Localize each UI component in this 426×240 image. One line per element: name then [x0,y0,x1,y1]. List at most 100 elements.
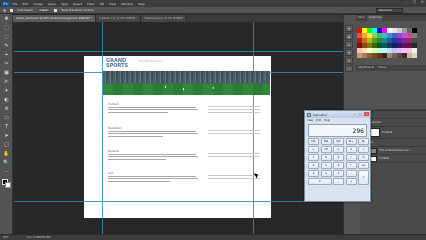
history-icon[interactable]: ⟲ [345,25,353,32]
key-1[interactable]: 1 [308,170,319,177]
menu-help[interactable]: Help [135,2,147,6]
clone-stamp-tool-icon[interactable]: ✦ [2,87,11,95]
tab-adjustments[interactable]: Adjustments [356,65,376,71]
properties-icon[interactable]: ▤ [345,33,353,40]
type-tool-icon[interactable]: T [2,123,11,131]
key-9[interactable]: 9 [333,154,344,161]
calculator-window[interactable]: Calculator – □ ✕ View Edit Help 296 MC M… [304,110,371,202]
hand-tool-icon[interactable]: ✋ [2,150,11,158]
key-percent[interactable]: % [358,154,369,161]
key-4[interactable]: 4 [308,162,319,169]
menu-view[interactable]: View [106,2,118,6]
guide-vertical[interactable] [102,22,103,234]
text-line [108,135,163,137]
menu-help[interactable]: Help [324,118,330,123]
color-swatch[interactable] [412,53,417,58]
menu-layer[interactable]: Layer [45,2,58,6]
workspace-dropdown[interactable]: Essentials [376,8,403,13]
key-c[interactable]: C [333,146,344,153]
close-icon[interactable]: ✕ [364,112,369,116]
key-divide[interactable]: / [345,154,357,161]
site-tagline: The ultimate Sports [139,60,163,63]
key-mc[interactable]: MC [308,138,319,145]
quick-select-tool-icon[interactable]: ✎ [2,42,11,50]
maximize-icon[interactable]: □ [358,112,363,116]
show-transform-checkbox[interactable] [54,8,58,12]
shape-tool-icon[interactable]: ▢ [2,141,11,149]
history-brush-tool-icon[interactable]: ◐ [2,96,11,104]
guide-horizontal[interactable] [14,51,343,52]
key-ms[interactable]: MS [333,138,344,145]
menu-3d[interactable]: 3D [97,2,106,6]
gradient-tool-icon[interactable]: ▭ [2,114,11,122]
info-icon[interactable]: i [345,65,353,72]
maximize-button[interactable]: □ [412,0,417,6]
minimize-icon[interactable]: – [352,112,357,116]
eyedropper-tool-icon[interactable]: ✂ [2,60,11,68]
key-ce[interactable]: CE [320,146,332,153]
text-line [108,109,198,111]
menu-image[interactable]: Image [31,2,45,6]
key-8[interactable]: 8 [320,154,332,161]
crowd-area [103,71,270,83]
key-add[interactable]: + [345,178,357,185]
menu-edit[interactable]: Edit [316,118,321,123]
text-line [108,131,196,133]
more-tools-icon[interactable]: ⋯ [2,168,11,176]
key-plus-minus[interactable]: ± [345,146,357,153]
key-7[interactable]: 7 [308,154,319,161]
move-tool-icon: ✥ [3,7,7,13]
key-multiply[interactable]: * [345,162,357,169]
guide-horizontal[interactable] [14,201,343,202]
key-6[interactable]: 6 [333,162,344,169]
key-decimal[interactable]: . [333,178,344,185]
tab-color[interactable]: Color [356,15,367,21]
auto-select-label: Auto-Select: [17,8,34,12]
minimize-button[interactable]: – [404,0,409,6]
sidebar-text-line [208,175,260,176]
key-5[interactable]: 5 [320,162,332,169]
tab-styles[interactable]: Styles [376,65,388,71]
tab-swatches[interactable]: Swatches [366,15,384,21]
key-subtract[interactable]: - [345,170,357,177]
key-sqrt[interactable]: √ [358,146,369,153]
menu-edit[interactable]: Edit [20,2,31,6]
menu-select[interactable]: Select [71,2,85,6]
healing-tool-icon[interactable]: ▣ [2,69,11,77]
menu-filter[interactable]: Filter [85,2,97,6]
brush-tool-icon[interactable]: ✍ [2,78,11,86]
marquee-tool-icon[interactable]: ⬚ [2,24,11,32]
menu-view[interactable]: View [307,118,313,123]
pitch-area [103,84,270,95]
key-reciprocal[interactable]: 1/x [358,162,369,169]
move-tool-icon[interactable]: ✥ [2,15,11,23]
key-equals[interactable]: = [358,170,369,185]
key-mr[interactable]: MR [320,138,332,145]
key-0[interactable]: 0 [308,178,332,185]
paragraph-icon[interactable]: ¶ [345,49,353,56]
tab-header[interactable]: Header.png @ 33.3% (RGB/8) [141,15,187,22]
key-m-minus[interactable]: M- [358,138,369,145]
brush-panel-icon[interactable]: ✎ [345,57,353,64]
close-button[interactable]: ✕ [420,0,425,6]
key-backspace[interactable]: ← [308,146,319,153]
background-color-swatch[interactable] [5,182,11,188]
path-select-tool-icon[interactable]: ➤ [2,132,11,140]
zoom-level[interactable]: 50% [3,235,9,240]
zoom-tool-icon[interactable]: 🔍 [2,159,11,167]
lasso-tool-icon[interactable]: ◌ [2,33,11,41]
menu-file[interactable]: File [10,2,20,6]
crop-tool-icon[interactable]: ⌖ [2,51,11,59]
character-icon[interactable]: A [345,41,353,48]
key-3[interactable]: 3 [333,170,344,177]
key-2[interactable]: 2 [320,170,332,177]
tab-untitled[interactable]: Untitled-1 @ 33.3% (RGB/8) * [96,15,142,22]
auto-select-checkbox[interactable] [10,8,14,12]
guide-vertical[interactable] [253,22,254,234]
menu-type[interactable]: Type [59,2,71,6]
tab-grand-sports[interactable]: Grand_Sports.psd @ 50% (content backgrou… [13,15,97,22]
eraser-tool-icon[interactable]: ⊘ [2,105,11,113]
key-m-plus[interactable]: M+ [345,138,357,145]
menu-window[interactable]: Window [119,2,136,6]
auto-select-dropdown[interactable]: Layer [37,8,51,12]
